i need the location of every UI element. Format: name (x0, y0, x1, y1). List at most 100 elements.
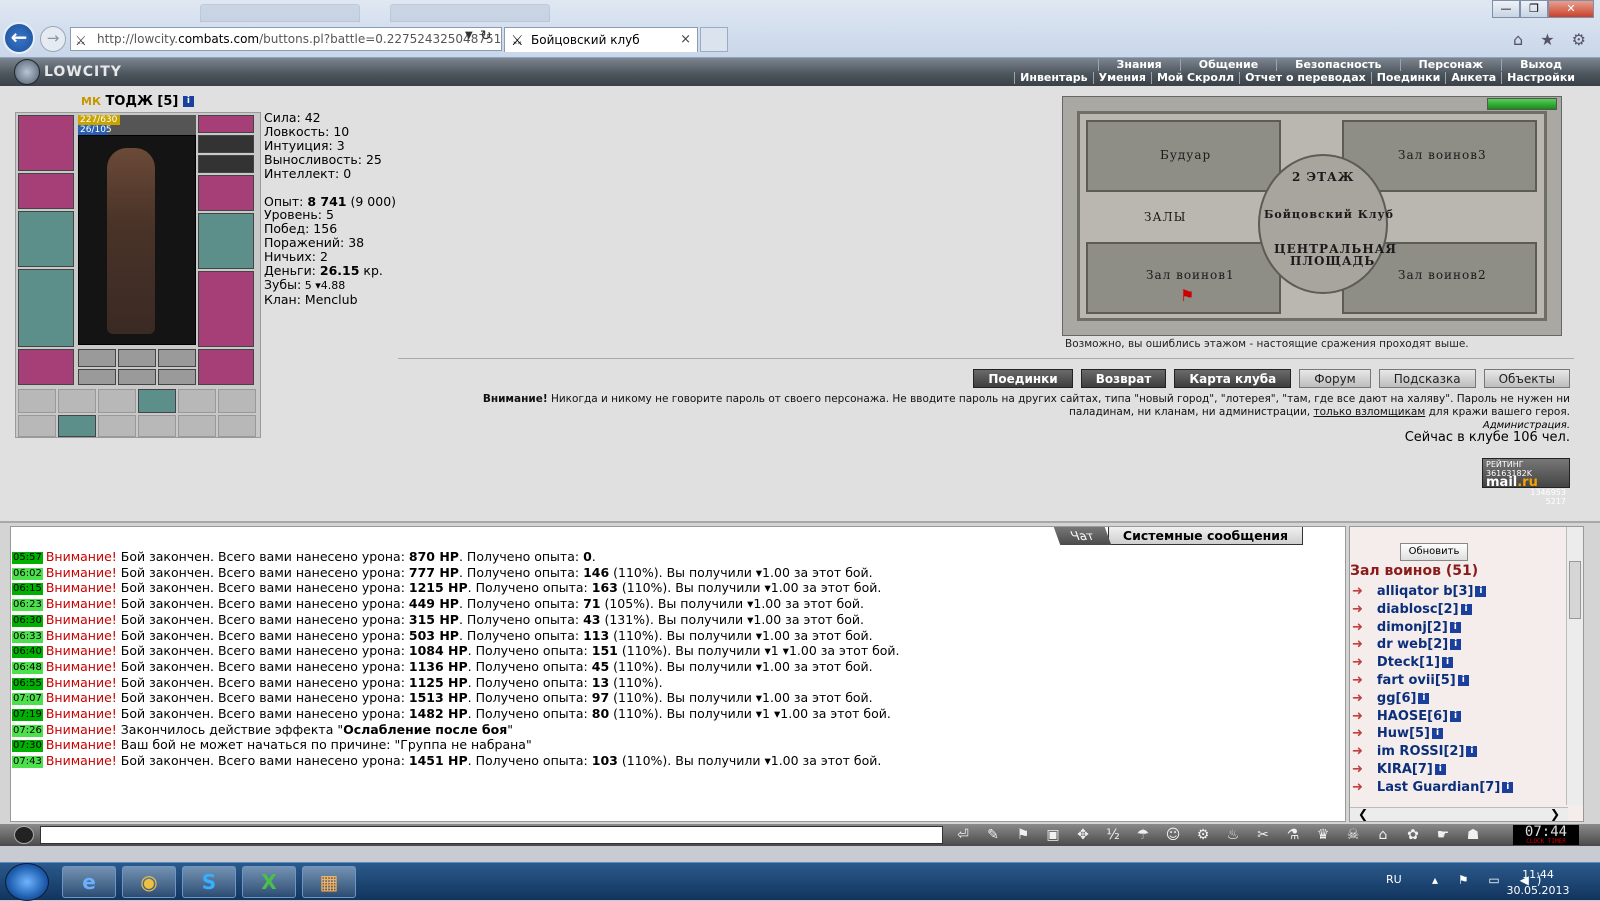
menu-item-my-scroll[interactable]: Мой Скролл (1150, 72, 1239, 84)
menu-item-inventory[interactable]: Инвентарь (1014, 72, 1092, 84)
tray-clock[interactable]: 11:44 30.05.2013 (1498, 867, 1578, 899)
slot-amulet[interactable] (198, 135, 254, 153)
slot-gloves[interactable] (198, 175, 254, 211)
slot-bag[interactable] (18, 415, 56, 437)
map-label-hall2[interactable]: Зал воинов2 (1398, 268, 1487, 282)
slot-rune[interactable] (158, 369, 196, 385)
slot-bag[interactable] (58, 389, 96, 413)
return-button[interactable]: Возврат (1080, 369, 1167, 388)
slot-bag[interactable] (178, 415, 216, 437)
info-icon[interactable]: i (1457, 674, 1469, 686)
start-button[interactable] (5, 863, 49, 901)
toolbar-icon[interactable]: ☗ (1458, 824, 1488, 846)
private-message-icon[interactable]: ➜ (1352, 762, 1363, 777)
taskbar-excel[interactable]: X (242, 866, 296, 898)
info-icon[interactable]: i (1475, 586, 1487, 597)
slot-bracers[interactable] (18, 173, 74, 209)
map-label-halls[interactable]: ЗАЛЫ (1144, 210, 1186, 224)
back-button[interactable]: ← (3, 22, 35, 54)
log-time[interactable]: 07:07 (12, 693, 43, 706)
minimize-button[interactable]: — (1492, 0, 1520, 18)
slot-bag[interactable] (18, 389, 56, 413)
slot-weapon[interactable] (18, 211, 74, 267)
slot-armor[interactable] (18, 269, 74, 347)
info-icon[interactable]: i (1460, 603, 1472, 615)
slot-helmet[interactable] (18, 115, 74, 171)
tab-close-icon[interactable]: × (680, 28, 691, 52)
slot-rune[interactable] (118, 349, 156, 367)
private-message-icon[interactable]: ➜ (1352, 602, 1363, 617)
address-bar[interactable]: ⚔ http://lowcity.combats.com/buttons.pl?… (70, 27, 502, 51)
tab-chat[interactable]: Чат (1054, 527, 1112, 545)
toolbar-icon[interactable]: ☺ (1158, 824, 1188, 846)
menu-item-battles[interactable]: Поединки (1370, 72, 1446, 84)
log-time[interactable]: 06:15 (12, 583, 43, 596)
taskbar-ie[interactable]: e (62, 866, 116, 898)
slot-bag-item[interactable] (138, 389, 176, 413)
refresh-button[interactable]: Обновить (1400, 543, 1468, 561)
background-tab[interactable] (390, 4, 550, 22)
map-label-club[interactable]: Бойцовский Клуб (1264, 208, 1394, 221)
background-tab[interactable] (200, 4, 360, 22)
log-time[interactable]: 06:23 (12, 599, 43, 612)
character-name[interactable]: МК ТОДЖ [5] i (81, 94, 194, 109)
menu-item-knowledge[interactable]: Знания (1097, 59, 1180, 71)
scroll-left-icon[interactable]: ❮ (1358, 808, 1368, 821)
new-tab-button[interactable] (700, 27, 728, 52)
log-time[interactable]: 06:02 (12, 567, 43, 580)
scroll-right-icon[interactable]: ❯ (1550, 808, 1560, 821)
menu-item-skills[interactable]: Умения (1092, 72, 1151, 84)
user-name[interactable]: alliqator b (1377, 584, 1453, 599)
slot-earrings[interactable] (198, 115, 254, 133)
language-indicator[interactable]: RU (1386, 873, 1402, 886)
info-icon[interactable]: i (1466, 746, 1478, 758)
user-name[interactable]: diablosc (1377, 602, 1438, 617)
character-portrait[interactable] (78, 135, 196, 345)
warning-link[interactable]: только взломщикам (1313, 406, 1425, 418)
toolbar-icon[interactable]: ⌂ (1368, 824, 1398, 846)
vertical-scrollbar[interactable] (1566, 527, 1583, 805)
slot-rune[interactable] (118, 369, 156, 385)
club-map-button[interactable]: Карта клуба (1174, 369, 1292, 388)
menu-item-transfer-report[interactable]: Отчет о переводах (1239, 72, 1371, 84)
taskbar-skype[interactable]: S (182, 866, 236, 898)
slot-bag[interactable] (98, 415, 136, 437)
menu-item-security[interactable]: Безопасность (1276, 59, 1399, 71)
info-icon[interactable]: i (1450, 710, 1462, 722)
info-icon[interactable]: i (1434, 763, 1446, 775)
slot-rings[interactable] (198, 155, 254, 173)
user-name[interactable]: fart ovii (1377, 673, 1435, 688)
toolbar-icon[interactable]: ☂ (1128, 824, 1158, 846)
log-time[interactable]: 07:30 (12, 740, 43, 753)
log-time[interactable]: 06:33 (12, 630, 43, 643)
info-icon[interactable]: i (182, 96, 194, 107)
slot-bag[interactable] (138, 415, 176, 437)
slot-bag-item[interactable] (58, 415, 96, 437)
private-message-icon[interactable]: ➜ (1352, 655, 1363, 670)
slot-pants[interactable] (198, 271, 254, 347)
private-message-icon[interactable]: ➜ (1352, 584, 1363, 599)
info-icon[interactable]: i (1502, 781, 1514, 793)
taskbar-app[interactable]: ▦ (302, 866, 356, 898)
slot-bag[interactable] (98, 389, 136, 413)
log-time[interactable]: 06:40 (12, 646, 43, 659)
user-name[interactable]: Last Guardian (1377, 780, 1479, 795)
address-dropdown-icon[interactable]: ▼ (465, 30, 473, 41)
objects-button[interactable]: Объекты (1483, 369, 1570, 388)
log-time[interactable]: 06:30 (12, 614, 43, 627)
toolbar-icon[interactable]: ♛ (1308, 824, 1338, 846)
map-label-central-2[interactable]: ПЛОЩАДЬ (1290, 254, 1375, 268)
toolbar-icon[interactable]: ⚗ (1278, 824, 1308, 846)
map-label-hall1[interactable]: Зал воинов1 (1146, 268, 1235, 282)
private-message-icon[interactable]: ➜ (1352, 673, 1363, 688)
slot-bag[interactable] (178, 389, 216, 413)
info-icon[interactable]: i (1442, 657, 1454, 669)
private-message-icon[interactable]: ➜ (1352, 620, 1363, 635)
info-icon[interactable]: i (1418, 692, 1430, 704)
user-name[interactable]: Huw (1377, 726, 1409, 741)
toolbar-icon[interactable]: ✂ (1248, 824, 1278, 846)
refresh-icon[interactable]: ↻ (480, 28, 492, 44)
log-time[interactable]: 07:43 (12, 756, 43, 769)
info-icon[interactable]: i (1449, 621, 1461, 633)
user-name[interactable]: gg (1377, 691, 1396, 706)
